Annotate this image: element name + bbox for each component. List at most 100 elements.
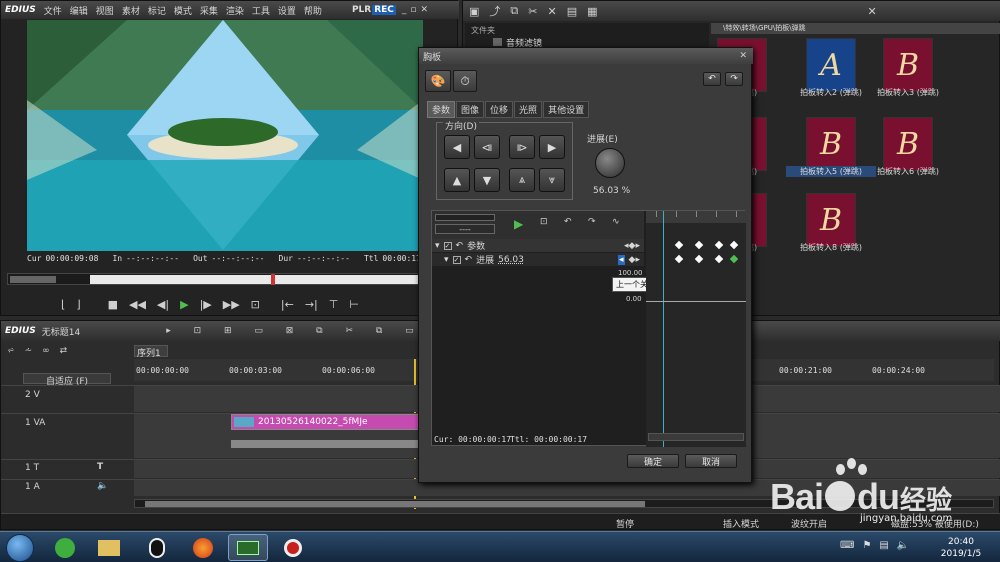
direction-left-button[interactable]: ◀ [444, 135, 470, 159]
keyframe-2[interactable] [694, 240, 704, 250]
loop-icon[interactable]: ⊡ [251, 298, 260, 311]
folder-icon[interactable]: ▣ [469, 5, 479, 18]
kf-scrollbar[interactable] [648, 433, 744, 441]
delete-icon[interactable]: ✕ [547, 5, 556, 18]
tab-move[interactable]: 位移 [485, 101, 514, 118]
close-bin-icon[interactable]: ✕ [868, 5, 877, 18]
stop-icon[interactable]: ■ [108, 298, 118, 311]
dialog-close-icon[interactable]: ✕ [739, 51, 747, 61]
kf-redo-icon[interactable]: ↷ [588, 217, 596, 227]
progress-knob[interactable] [595, 148, 625, 178]
menu-clip[interactable]: 素材 [122, 4, 140, 17]
start-button[interactable] [6, 534, 34, 562]
tab-image[interactable]: 图像 [456, 101, 485, 118]
properties-icon[interactable]: ▤ [567, 5, 577, 18]
menu-render[interactable]: 渲染 [226, 4, 244, 17]
timeline-scrollbar[interactable] [134, 499, 994, 508]
thumbnail-8[interactable]: B [806, 193, 856, 247]
tab-params[interactable]: 参数 [427, 101, 456, 118]
menu-mode[interactable]: 模式 [174, 4, 192, 17]
mode-select[interactable]: 自适应 (F) [23, 373, 111, 387]
view-icon[interactable]: ▦ [587, 5, 597, 18]
export-icon[interactable]: ⊢ [349, 298, 359, 311]
thumbnail-6[interactable]: B [883, 117, 933, 171]
step-forward-icon[interactable]: |▶ [200, 298, 212, 311]
direction-bottom-in-button[interactable]: ⩔ [539, 168, 565, 192]
mark-out-icon[interactable]: ⌋ [76, 298, 80, 311]
step-back-icon[interactable]: ◀| [157, 298, 169, 311]
undo-icon[interactable]: ↶ [703, 72, 721, 86]
overwrite-icon[interactable]: →| [305, 298, 318, 311]
params-reset-icon[interactable]: ↶ [456, 241, 464, 251]
expand-params-icon[interactable]: ▾ [435, 241, 440, 251]
progress-row-value[interactable]: 56.03 [498, 255, 524, 265]
progress-reset-icon[interactable]: ↶ [465, 255, 473, 265]
menu-view[interactable]: 视图 [96, 4, 114, 17]
scrub-left-handle[interactable] [10, 276, 56, 283]
palette-icon[interactable]: 🎨 [425, 70, 451, 92]
cut-icon[interactable]: ✂ [528, 5, 537, 18]
menu-settings[interactable]: 设置 [278, 4, 296, 17]
menu-tools[interactable]: 工具 [252, 4, 270, 17]
speaker-icon[interactable]: 🔈 [97, 481, 108, 491]
insert-icon[interactable]: |← [281, 298, 294, 311]
menu-marker[interactable]: 标记 [148, 4, 166, 17]
taskbar-recorder-icon[interactable] [276, 535, 310, 560]
progress-checkbox[interactable]: ✓ [452, 255, 461, 264]
tray-network-icon[interactable]: ▤ [879, 540, 888, 551]
timer-icon[interactable]: ⏱ [453, 70, 477, 92]
track-tool-1-icon[interactable]: ⩫ [7, 344, 15, 358]
taskbar-edius-icon[interactable] [228, 534, 268, 561]
kf-playhead[interactable] [663, 211, 664, 447]
kf-graph-area[interactable] [646, 211, 746, 447]
close-icon[interactable]: ✕ [421, 5, 429, 15]
keyframe-1[interactable] [674, 240, 684, 250]
rewind-icon[interactable]: ◀◀ [129, 298, 146, 311]
track-sync-icon[interactable]: ⇄ [60, 344, 68, 358]
play-icon[interactable]: ▶ [180, 298, 188, 311]
menu-edit[interactable]: 编辑 [70, 4, 88, 17]
tray-volume-icon[interactable]: 🔈 [897, 540, 909, 551]
keyframe-3[interactable] [714, 240, 724, 250]
thumbnail-3[interactable]: B [883, 38, 933, 92]
keyframe-7[interactable] [714, 254, 724, 264]
playhead-marker[interactable] [271, 274, 275, 285]
kf-slider[interactable] [435, 214, 495, 221]
ok-button[interactable]: 确定 [627, 454, 679, 468]
direction-right-button[interactable]: ▶ [539, 135, 565, 159]
kf-dropdown[interactable]: ---- [435, 224, 495, 234]
tab-lighting[interactable]: 光照 [514, 101, 543, 118]
track-tool-2-icon[interactable]: ⩪ [25, 344, 33, 358]
copy-icon[interactable]: ⧉ [510, 4, 518, 18]
keyframe-8[interactable] [729, 254, 739, 264]
timeline-scroll-thumb[interactable] [145, 501, 645, 507]
mark-in-icon[interactable]: ⌊ [61, 298, 65, 311]
track-link-icon[interactable]: ∞ [42, 344, 50, 358]
cancel-button[interactable]: 取消 [685, 454, 737, 468]
kf-play-icon[interactable]: ▶ [514, 217, 523, 231]
direction-top-button[interactable]: ▲ [444, 168, 470, 192]
keyframe-4[interactable] [729, 240, 739, 250]
clock[interactable]: 20:40 2019/1/5 [936, 536, 986, 560]
sequence-tab[interactable]: 序列1 [134, 345, 168, 359]
kf-preview-icon[interactable]: ⊡ [540, 217, 548, 227]
taskbar-explorer-icon[interactable] [92, 535, 126, 560]
params-checkbox[interactable]: ✓ [443, 241, 452, 250]
direction-left-in-button[interactable]: ⧏ [474, 135, 500, 159]
fast-forward-icon[interactable]: ▶▶ [223, 298, 240, 311]
rec-label[interactable]: REC [372, 5, 396, 15]
taskbar-qq-icon[interactable] [140, 535, 174, 560]
taskbar-firefox-icon[interactable] [186, 535, 220, 560]
prev-keyframe-icon[interactable]: ◂ [618, 254, 625, 265]
params-kf-nav-icon[interactable]: ◂◆▸ [624, 241, 640, 251]
menu-capture[interactable]: 采集 [200, 4, 218, 17]
maximize-icon[interactable]: ▫ [410, 5, 416, 15]
keyframe-6[interactable] [694, 254, 704, 264]
trim-icon[interactable]: ⊤ [329, 298, 339, 311]
direction-bottom-button[interactable]: ▼ [474, 168, 500, 192]
minimize-icon[interactable]: _ [402, 5, 407, 15]
progress-kf-nav-icon[interactable]: ◆▸ [629, 255, 640, 265]
thumbnail-2[interactable]: A [806, 38, 856, 92]
kf-undo-icon[interactable]: ↶ [564, 217, 572, 227]
keyframe-5[interactable] [674, 254, 684, 264]
